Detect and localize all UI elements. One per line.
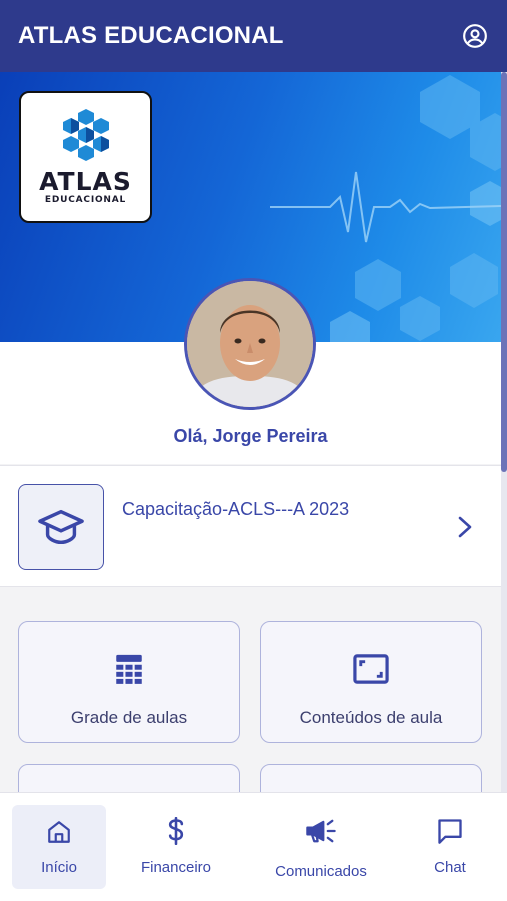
- app-bar: ATLAS EDUCACIONAL: [0, 0, 507, 72]
- atlas-logo: ATLAS EDUCACIONAL: [19, 91, 152, 223]
- conteudos-de-aula-card[interactable]: Conteúdos de aula: [260, 621, 482, 743]
- chat-icon: [438, 819, 462, 844]
- nav-financeiro-label: Financeiro: [140, 859, 212, 876]
- nav-chat-label: Chat: [434, 859, 466, 876]
- user-photo: [187, 281, 313, 407]
- course-name: Capacitação-ACLS---A 2023: [122, 499, 350, 519]
- megaphone-icon: [306, 819, 336, 843]
- course-card[interactable]: Capacitação-ACLS---A 2023: [0, 465, 501, 587]
- shortcut-card-3[interactable]: [18, 764, 240, 792]
- nav-inicio-label: Início: [41, 859, 77, 876]
- app-title: ATLAS EDUCACIONAL: [18, 22, 284, 49]
- greeting-text: Olá, Jorge Pereira: [173, 426, 328, 446]
- graduation-cap-icon: [38, 509, 84, 545]
- home-content[interactable]: ATLAS EDUCACIONAL Olá, Jorge Pereira Cap…: [0, 72, 501, 792]
- screen-frame-icon: [353, 654, 389, 684]
- bottom-navigation: Início Financeiro Comunicados Chat: [0, 792, 507, 901]
- ecg-line: [270, 171, 501, 243]
- chevron-right-icon: [458, 516, 472, 538]
- grade-de-aulas-label: Grade de aulas: [70, 708, 188, 727]
- nav-comunicados[interactable]: Comunicados: [266, 805, 376, 889]
- course-icon-box: [18, 484, 104, 570]
- logo-subtitle: EDUCACIONAL: [44, 195, 127, 205]
- nav-inicio[interactable]: Início: [12, 805, 106, 889]
- nav-chat[interactable]: Chat: [412, 805, 488, 889]
- scrollbar-thumb[interactable]: [501, 72, 507, 472]
- avatar: [184, 278, 316, 410]
- home-icon: [48, 821, 70, 843]
- nav-financeiro[interactable]: Financeiro: [130, 805, 222, 889]
- calendar-grid-icon: [116, 654, 142, 684]
- dollar-icon: [168, 817, 184, 845]
- shortcut-card-4[interactable]: [260, 764, 482, 792]
- atlas-logo-mark: [63, 109, 109, 161]
- grade-de-aulas-card[interactable]: Grade de aulas: [18, 621, 240, 743]
- account-circle-icon: [463, 24, 487, 48]
- nav-comunicados-label: Comunicados: [275, 863, 367, 880]
- conteudos-de-aula-label: Conteúdos de aula: [299, 708, 443, 727]
- account-button[interactable]: [461, 22, 489, 50]
- logo-word: ATLAS: [39, 167, 132, 196]
